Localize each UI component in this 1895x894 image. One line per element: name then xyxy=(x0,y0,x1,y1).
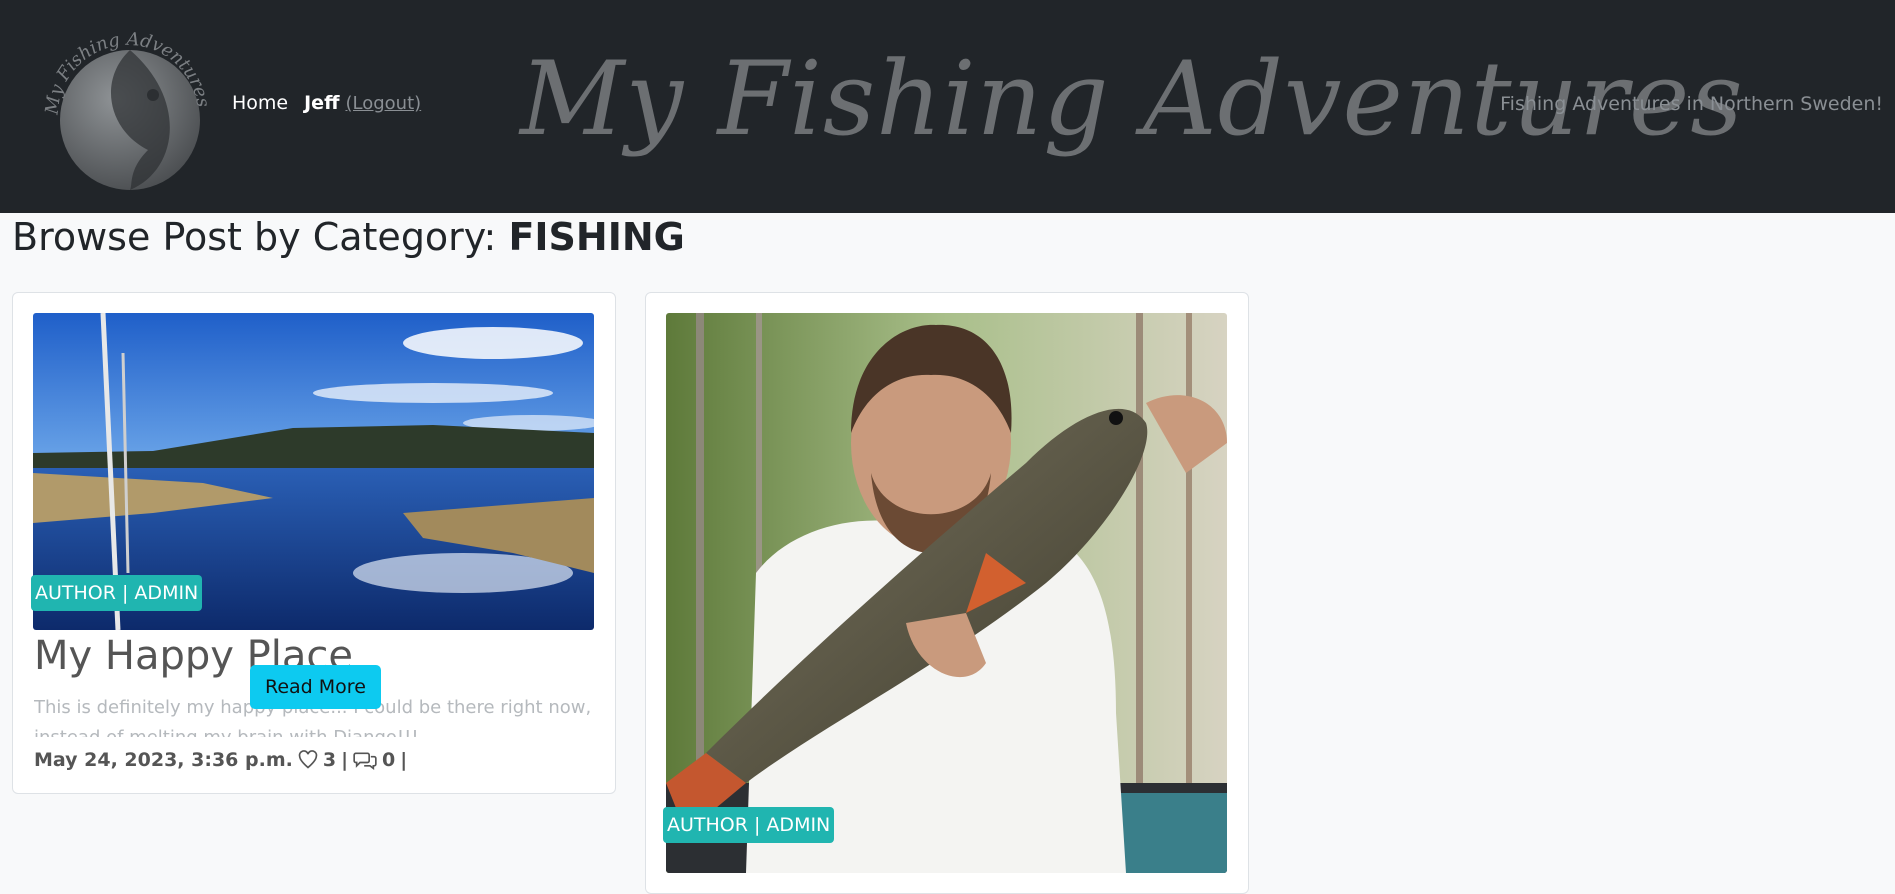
site-logo[interactable]: My Fishing Adventures xyxy=(38,20,218,192)
site-header: My Fishing Adventures Home Jeff (Logout)… xyxy=(0,0,1895,213)
comment-count: 0 xyxy=(382,749,396,771)
post-card: AUTHOR | ADMIN My Happy Place This is de… xyxy=(12,292,616,794)
read-more-button[interactable]: Read More xyxy=(250,665,381,709)
page-title-prefix: Browse Post by Category: xyxy=(12,215,497,259)
nav-username: Jeff xyxy=(304,92,340,114)
post-card: AUTHOR | ADMIN xyxy=(645,292,1249,894)
site-tagline: Fishing Adventures in Northern Sweden! xyxy=(1500,93,1883,115)
author-badge: AUTHOR | ADMIN xyxy=(663,807,835,843)
logout-link[interactable]: (Logout) xyxy=(345,93,421,114)
comments-icon xyxy=(353,752,377,770)
category-name: FISHING xyxy=(508,215,685,259)
heart-icon[interactable] xyxy=(298,750,318,770)
nav-home-link[interactable]: Home xyxy=(232,92,288,114)
meta-separator: | xyxy=(341,749,349,771)
author-badge: AUTHOR | ADMIN xyxy=(31,575,203,611)
post-image-fish[interactable] xyxy=(666,313,1227,873)
site-brand-title: My Fishing Adventures xyxy=(520,40,1744,159)
post-meta: May 24, 2023, 3:36 p.m. 3 | 0 | xyxy=(34,749,407,771)
meta-separator: | xyxy=(400,749,408,771)
post-date: May 24, 2023, 3:36 p.m. xyxy=(34,749,293,771)
page-title: Browse Post by Category: FISHING xyxy=(12,215,685,259)
main-nav: Home Jeff (Logout) xyxy=(232,92,421,114)
like-count: 3 xyxy=(322,749,337,771)
